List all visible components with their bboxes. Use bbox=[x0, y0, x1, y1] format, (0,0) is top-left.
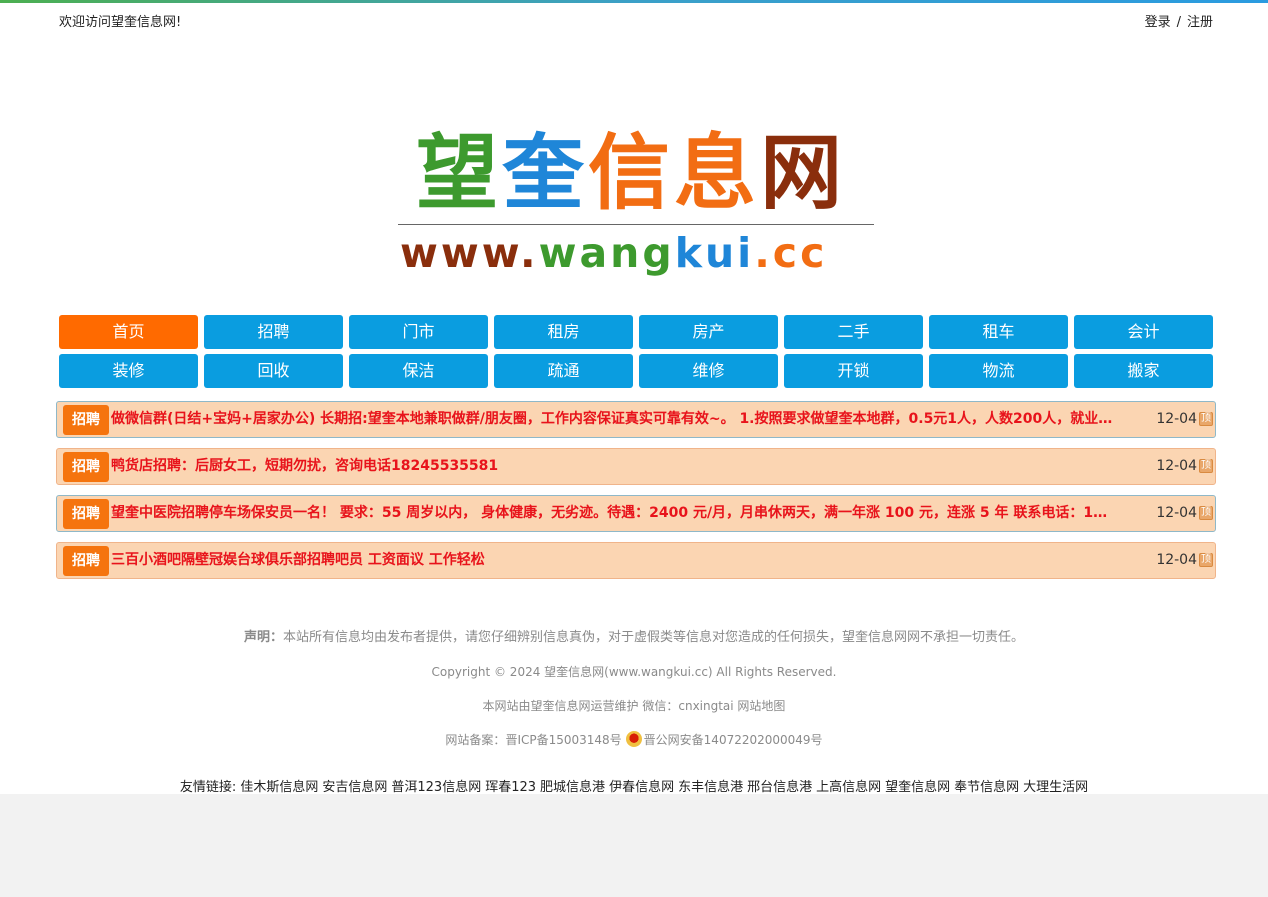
listing-date: 12-04 bbox=[1156, 458, 1197, 474]
login-link[interactable]: 登录 bbox=[1145, 15, 1171, 30]
nav-item[interactable]: 二手 bbox=[784, 315, 923, 349]
friend-link[interactable]: 东丰信息港 bbox=[678, 780, 743, 795]
listing-row[interactable]: 招聘 三百小酒吧隔壁冠娱台球俱乐部招聘吧员 工资面议 工作轻松 12-04 顶 bbox=[56, 542, 1216, 579]
friend-links-label: 友情链接: bbox=[179, 780, 237, 795]
disclaimer-label: 声明： bbox=[243, 630, 283, 645]
friend-link[interactable]: 奉节信息网 bbox=[954, 780, 1019, 795]
nav-item[interactable]: 搬家 bbox=[1074, 354, 1213, 388]
pinned-badge: 顶 bbox=[1199, 506, 1213, 520]
disclaimer-text: 本站所有信息均由发布者提供，请您仔细辨别信息真伪，对于虚假类等信息对您造成的任何… bbox=[283, 630, 1025, 645]
logo-url-part: .cc bbox=[754, 229, 828, 277]
friend-link[interactable]: 邢台信息港 bbox=[747, 780, 812, 795]
category-tag[interactable]: 招聘 bbox=[63, 452, 109, 482]
welcome-text: 欢迎访问望奎信息网! bbox=[59, 15, 182, 30]
pinned-badge: 顶 bbox=[1199, 459, 1213, 473]
listing-list: 招聘 做微信群(日结+宝妈+居家办公) 长期招:望奎本地兼职做群/朋友圈，工作内容… bbox=[56, 401, 1216, 589]
nav-item[interactable]: 开锁 bbox=[784, 354, 923, 388]
icp-link[interactable]: 晋ICP备15003148号 bbox=[505, 733, 621, 747]
pinned-badge: 顶 bbox=[1199, 553, 1213, 567]
listing-title[interactable]: 三百小酒吧隔壁冠娱台球俱乐部招聘吧员 工资面议 工作轻松 bbox=[111, 543, 1156, 578]
friend-link[interactable]: 上高信息网 bbox=[816, 780, 881, 795]
auth-links: 登录 / 注册 bbox=[1145, 11, 1213, 30]
logo-char: 网 bbox=[760, 126, 847, 221]
nav-item[interactable]: 房产 bbox=[639, 315, 778, 349]
maintenance-info: 本网站由望奎信息网运营维护 微信：cnxingtai 网站地图 bbox=[482, 699, 786, 713]
logo-url-part: kui bbox=[674, 229, 755, 277]
register-link[interactable]: 注册 bbox=[1187, 15, 1213, 30]
nav-item[interactable]: 招聘 bbox=[204, 315, 343, 349]
logo-chinese-title: 望奎信息网 bbox=[416, 128, 846, 220]
listing-row[interactable]: 招聘 做微信群(日结+宝妈+居家办公) 长期招:望奎本地兼职做群/朋友圈，工作内容… bbox=[56, 401, 1216, 438]
friend-link[interactable]: 珲春123 bbox=[485, 780, 536, 795]
disclaimer: 声明：本站所有信息均由发布者提供，请您仔细辨别信息真伪，对于虚假类等信息对您造成… bbox=[0, 626, 1268, 645]
beian-info: 网站备案：晋ICP备15003148号 晋公网安备14072202000049号 bbox=[0, 731, 1268, 748]
logo-char: 奎 bbox=[502, 126, 589, 221]
category-tag[interactable]: 招聘 bbox=[63, 546, 109, 576]
auth-separator: / bbox=[1176, 15, 1181, 30]
site-logo[interactable]: 望奎信息网 www.wangkui.cc bbox=[398, 128, 876, 278]
nav-item[interactable]: 保洁 bbox=[349, 354, 488, 388]
beian-label: 网站备案： bbox=[445, 733, 506, 747]
copyright: Copyright © 2024 望奎信息网(www.wangkui.cc) A… bbox=[431, 665, 837, 679]
logo-url-part: www. bbox=[400, 229, 539, 277]
listing-row[interactable]: 招聘 望奎中医院招聘停车场保安员一名！ 要求：55 周岁以内， 身体健康，无劣迹。… bbox=[56, 495, 1216, 532]
listing-row[interactable]: 招聘 鸭货店招聘：后厨女工，短期勿扰，咨询电话18245535581 12-04 顶 bbox=[56, 448, 1216, 485]
nav-item[interactable]: 门市 bbox=[349, 315, 488, 349]
logo-url-part: wang bbox=[538, 229, 675, 277]
nav-item[interactable]: 首页 bbox=[59, 315, 198, 349]
friend-link[interactable]: 安吉信息网 bbox=[322, 780, 387, 795]
listing-date: 12-04 bbox=[1156, 552, 1197, 568]
category-tag[interactable]: 招聘 bbox=[63, 499, 109, 529]
friend-link[interactable]: 佳木斯信息网 bbox=[240, 780, 318, 795]
friend-link[interactable]: 肥城信息港 bbox=[540, 780, 605, 795]
logo-url: www.wangkui.cc bbox=[400, 230, 827, 276]
nav-item[interactable]: 疏通 bbox=[494, 354, 633, 388]
category-tag[interactable]: 招聘 bbox=[63, 405, 109, 435]
nav-item[interactable]: 租车 bbox=[929, 315, 1068, 349]
listing-date: 12-04 bbox=[1156, 505, 1197, 521]
friend-link[interactable]: 大理生活网 bbox=[1023, 780, 1088, 795]
listing-title[interactable]: 鸭货店招聘：后厨女工，短期勿扰，咨询电话18245535581 bbox=[111, 449, 1156, 484]
police-beian-link[interactable]: 晋公网安备14072202000049号 bbox=[644, 733, 823, 747]
nav-item[interactable]: 会计 bbox=[1074, 315, 1213, 349]
logo-char: 望 bbox=[416, 126, 503, 221]
friend-link[interactable]: 望奎信息网 bbox=[885, 780, 950, 795]
pinned-badge: 顶 bbox=[1199, 412, 1213, 426]
top-accent-line bbox=[0, 0, 1268, 3]
nav-item[interactable]: 回收 bbox=[204, 354, 343, 388]
listing-title[interactable]: 望奎中医院招聘停车场保安员一名！ 要求：55 周岁以内， 身体健康，无劣迹。待遇… bbox=[111, 496, 1156, 531]
friend-link[interactable]: 伊春信息网 bbox=[609, 780, 674, 795]
nav-item[interactable]: 维修 bbox=[639, 354, 778, 388]
friend-links: 友情链接: 佳木斯信息网 安吉信息网 普洱123信息网 珲春123 肥城信息港 伊春信息网… bbox=[0, 776, 1268, 795]
nav-item[interactable]: 装修 bbox=[59, 354, 198, 388]
logo-char: 信 bbox=[588, 126, 675, 221]
listing-title[interactable]: 做微信群(日结+宝妈+居家办公) 长期招:望奎本地兼职做群/朋友圈，工作内容保证… bbox=[111, 402, 1156, 437]
page-body: 欢迎访问望奎信息网! 登录 / 注册 望奎信息网 www.wangkui.cc 首页… bbox=[0, 0, 1268, 795]
main-nav: 首页 招聘 门市 租房 房产 二手 租车 会计装修 回收 保洁 疏通 维修 开锁 物流 搬家 bbox=[59, 315, 1214, 388]
logo-divider bbox=[398, 224, 874, 225]
nav-item[interactable]: 租房 bbox=[494, 315, 633, 349]
listing-date: 12-04 bbox=[1156, 411, 1197, 427]
friend-link[interactable]: 普洱123信息网 bbox=[391, 780, 481, 795]
police-badge-icon bbox=[625, 731, 642, 747]
nav-item[interactable]: 物流 bbox=[929, 354, 1068, 388]
logo-char: 息 bbox=[674, 126, 761, 221]
